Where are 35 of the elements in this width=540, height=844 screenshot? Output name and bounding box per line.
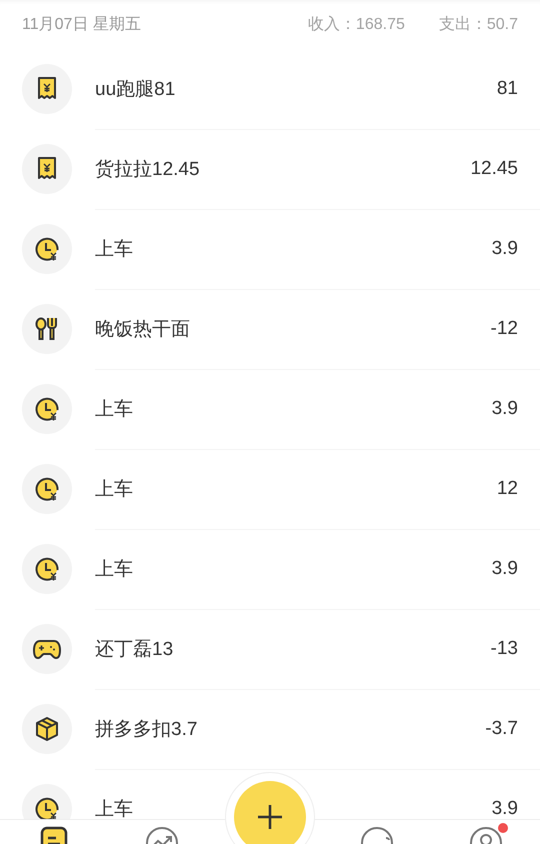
record-amount: 3.9 xyxy=(492,238,518,260)
gamepad-icon xyxy=(33,638,61,660)
record-amount: 81 xyxy=(496,78,518,100)
record-title: 上车 xyxy=(95,558,133,582)
clock-icon xyxy=(34,396,60,422)
clock-icon xyxy=(34,556,60,582)
record-title: 货拉拉12.45 xyxy=(95,158,200,182)
utensils-icon xyxy=(34,316,60,342)
record-title: 上车 xyxy=(95,478,133,502)
record-amount: 3.9 xyxy=(492,558,518,580)
record-amount: 3.9 xyxy=(492,398,518,420)
record-amount: -13 xyxy=(490,638,518,660)
record-title: 上车 xyxy=(95,398,133,422)
record-title: uu跑腿81 xyxy=(95,78,176,102)
record-amount: 3.9 xyxy=(492,798,518,819)
record-amount: 12 xyxy=(496,478,518,500)
record-amount: 12.45 xyxy=(470,158,518,180)
record-title: 拼多多扣3.7 xyxy=(95,718,198,742)
receipt-icon xyxy=(37,76,57,102)
clock-icon xyxy=(34,236,60,262)
box-icon xyxy=(34,716,60,742)
record-amount: -3.7 xyxy=(485,718,518,740)
record-title: 晚饭热干面 xyxy=(95,318,190,342)
date-label: 11月07日 星期五 xyxy=(22,15,142,35)
expense-total: 支出：50.7 xyxy=(438,14,518,35)
plus-icon xyxy=(257,804,283,830)
record-amount: -12 xyxy=(490,318,518,340)
income-total: 收入：168.75 xyxy=(308,14,405,35)
clock-icon xyxy=(34,796,60,819)
clock-icon xyxy=(34,476,60,502)
add-button[interactable] xyxy=(234,781,306,844)
record-title: 上车 xyxy=(95,238,133,262)
record-title: 还丁磊13 xyxy=(95,638,174,662)
receipt-icon xyxy=(37,156,57,182)
record-title: 上车 xyxy=(95,798,133,819)
